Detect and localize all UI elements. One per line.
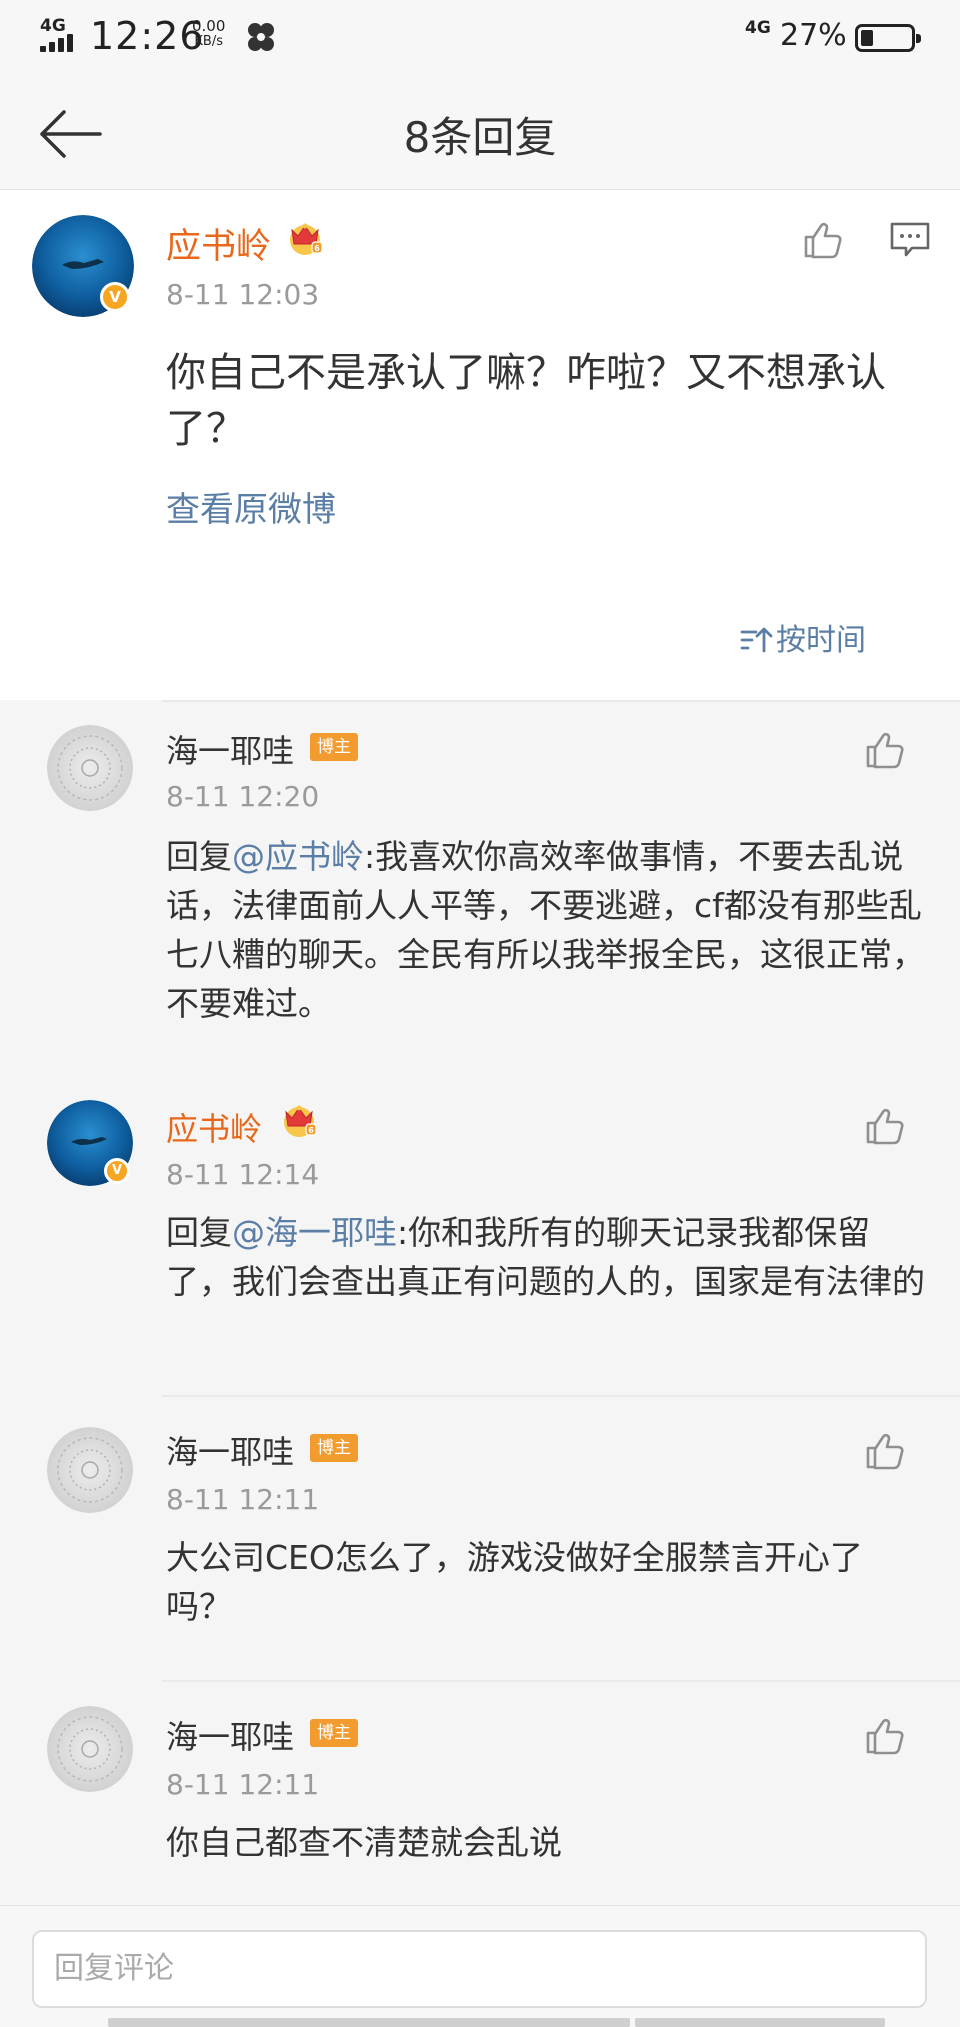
scroll-indicator <box>635 2018 885 2027</box>
reply-time: 8-11 12:14 <box>166 1158 320 1191</box>
scroll-indicator <box>330 2018 630 2027</box>
thumbs-up-icon <box>862 1429 906 1473</box>
thumbs-up-icon <box>862 1104 906 1148</box>
reply-author[interactable]: 海一耶哇 <box>166 726 294 772</box>
avatar[interactable] <box>47 725 133 811</box>
reply-text: 你自己都查不清楚就会乱说 <box>166 1823 562 1862</box>
reply-bar: 回复评论 <box>0 1905 960 2027</box>
comment-author[interactable]: 应书岭 <box>166 218 271 269</box>
blogger-tag: 博主 <box>310 1719 358 1747</box>
reply-comment-input[interactable]: 回复评论 <box>32 1930 927 2008</box>
reply-time: 8-11 12:20 <box>166 780 320 813</box>
thumbs-up-icon <box>862 1714 906 1758</box>
verified-badge-icon: V <box>104 1158 130 1184</box>
like-button[interactable] <box>862 1714 906 1758</box>
page-header: 8条回复 <box>0 74 960 190</box>
reply-item: 海一耶哇 博主 8-11 12:20 回复@应书岭:我喜欢你高效率做事情，不要去… <box>0 700 960 1070</box>
pattern-avatar-image <box>47 1427 133 1513</box>
mention-link[interactable]: @海一耶哇 <box>232 1213 397 1252</box>
view-original-post-link[interactable]: 查看原微博 <box>166 482 336 531</box>
divider <box>162 1680 960 1682</box>
blogger-tag: 博主 <box>310 733 358 761</box>
divider <box>162 700 960 702</box>
sort-icon <box>740 627 773 653</box>
reply-item: 海一耶哇 博主 8-11 12:11 你自己都查不清楚就会乱说 <box>0 1680 960 1905</box>
sort-by-time-button[interactable]: 按时间 <box>740 615 866 659</box>
comment-time: 8-11 12:03 <box>166 278 320 311</box>
network-type-left: 4G <box>40 16 66 36</box>
divider <box>162 1395 960 1397</box>
reply-prefix: 回复 <box>166 1213 232 1252</box>
like-button[interactable] <box>862 1104 906 1148</box>
blogger-tag: 博主 <box>310 1434 358 1462</box>
avatar[interactable] <box>47 1706 133 1792</box>
thumbs-up-icon <box>800 218 844 262</box>
speed-unit: KB/s <box>194 34 223 49</box>
signal-icon <box>40 34 80 52</box>
vip-crown-icon <box>284 218 326 258</box>
reply-text: 回复@海一耶哇:你和我所有的聊天记录我都保留了，我们会查出真正有问题的人的，国家… <box>166 1208 926 1306</box>
network-type-right: 4G <box>745 18 771 38</box>
status-bar: 4G 12:26 0.00 KB/s 4G 27% <box>0 0 960 74</box>
main-comment: V 应书岭 8-11 12:03 你自己不是承认了嘛？咋啦？又不想承认了？ 查看… <box>0 190 960 700</box>
reply-author[interactable]: 海一耶哇 <box>166 1427 294 1473</box>
reply-time: 8-11 12:11 <box>166 1483 320 1516</box>
vip-crown-icon <box>278 1100 320 1140</box>
thumbs-up-icon <box>862 728 906 772</box>
avatar[interactable] <box>47 1427 133 1513</box>
mention-link[interactable]: @应书岭 <box>232 837 364 876</box>
comment-text: 你自己不是承认了嘛？咋啦？又不想承认了？ <box>166 350 886 452</box>
comment-icon <box>890 222 930 257</box>
like-button[interactable] <box>862 728 906 772</box>
page-title: 8条回复 <box>403 113 557 162</box>
sort-label: 按时间 <box>776 623 866 658</box>
battery-icon <box>855 24 921 52</box>
pattern-avatar-image <box>47 1706 133 1792</box>
app-notification-icon <box>248 23 274 51</box>
like-button[interactable] <box>800 218 844 262</box>
reply-item: 海一耶哇 博主 8-11 12:11 大公司CEO怎么了，游戏没做好全服禁言开心… <box>0 1395 960 1680</box>
reply-text: 大公司CEO怎么了，游戏没做好全服禁言开心了吗？ <box>166 1538 863 1626</box>
reply-prefix: 回复 <box>166 837 232 876</box>
like-button[interactable] <box>862 1429 906 1473</box>
network-speed: 0.00 KB/s <box>192 18 225 50</box>
reply-button[interactable] <box>888 220 932 260</box>
reply-author[interactable]: 海一耶哇 <box>166 1712 294 1758</box>
clock: 12:26 <box>90 14 205 58</box>
verified-badge-icon: V <box>100 282 130 312</box>
battery-percent: 27% <box>780 18 847 53</box>
reply-item: V 应书岭 8-11 12:14 回复@海一耶哇:你和我所有的聊天记录我都保留了… <box>0 1070 960 1395</box>
pattern-avatar-image <box>47 725 133 811</box>
reply-time: 8-11 12:11 <box>166 1768 320 1801</box>
speed-value: 0.00 <box>192 17 226 35</box>
reply-text: 回复@应书岭:我喜欢你高效率做事情，不要去乱说话，法律面前人人平等，不要逃避，c… <box>166 832 926 1028</box>
reply-author[interactable]: 应书岭 <box>166 1104 262 1150</box>
